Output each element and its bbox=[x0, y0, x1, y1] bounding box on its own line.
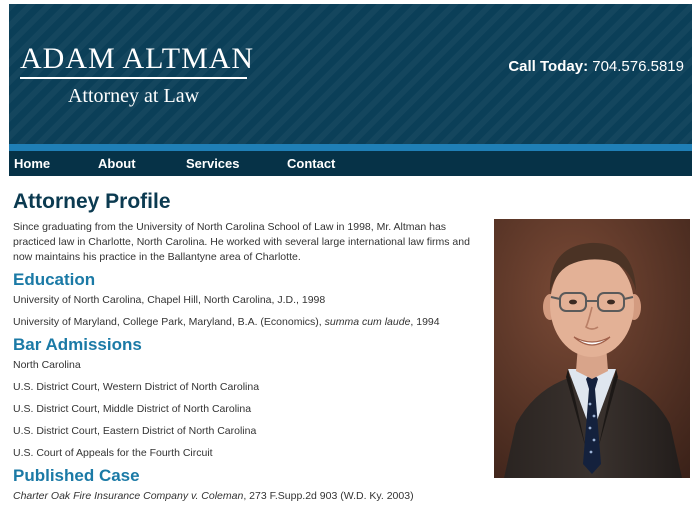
education-item-text: University of Maryland, College Park, Ma… bbox=[13, 316, 322, 328]
attorney-portrait bbox=[494, 219, 690, 478]
logo-subtitle: Attorney at Law bbox=[67, 85, 200, 107]
education-item-honor: summa cum laude bbox=[324, 316, 411, 328]
phone-callout: Call Today: 704.576.5819 bbox=[508, 58, 684, 75]
bar-admission-item: U.S. District Court, Eastern District of… bbox=[13, 425, 257, 437]
header-accent-bar bbox=[9, 144, 692, 151]
nav-contact[interactable]: Contact bbox=[287, 151, 335, 176]
nav-services[interactable]: Services bbox=[186, 151, 240, 176]
bar-admission-item: U.S. District Court, Middle District of … bbox=[13, 403, 252, 415]
published-case-heading: Published Case bbox=[13, 466, 140, 485]
education-item: University of North Carolina, Chapel Hil… bbox=[13, 294, 326, 306]
logo-divider bbox=[20, 77, 247, 79]
education-item: University of Maryland, College Park, Ma… bbox=[13, 315, 483, 330]
phone-number[interactable]: 704.576.5819 bbox=[592, 58, 684, 75]
logo-name: ADAM ALTMAN bbox=[20, 42, 255, 75]
main-navigation: Home About Services Contact bbox=[9, 151, 692, 176]
bar-admissions-list: North Carolina U.S. District Court, West… bbox=[13, 358, 483, 461]
nav-about[interactable]: About bbox=[98, 151, 136, 176]
profile-intro: Since graduating from the University of … bbox=[13, 221, 470, 263]
main-content: Attorney Profile Since graduating from t… bbox=[13, 189, 483, 504]
bar-admission-item: North Carolina bbox=[13, 359, 81, 371]
bar-admissions-heading: Bar Admissions bbox=[13, 335, 142, 354]
phone-label: Call Today: bbox=[508, 58, 589, 75]
bar-admission-item: U.S. District Court, Western District of… bbox=[13, 381, 260, 393]
education-list: University of North Carolina, Chapel Hil… bbox=[13, 293, 483, 330]
portrait-illustration bbox=[494, 219, 690, 478]
page-title: Attorney Profile bbox=[13, 190, 171, 213]
site-logo[interactable]: ADAM ALTMAN Attorney at Law bbox=[20, 42, 255, 109]
education-heading: Education bbox=[13, 270, 96, 289]
case-citation: , 273 F.Supp.2d 903 (W.D. Ky. 2003) bbox=[243, 490, 414, 502]
published-case-item: Charter Oak Fire Insurance Company v. Co… bbox=[13, 489, 483, 504]
bar-admission-item: U.S. Court of Appeals for the Fourth Cir… bbox=[13, 447, 213, 459]
education-item-year: , 1994 bbox=[410, 316, 440, 328]
site-header: ADAM ALTMAN Attorney at Law Call Today: … bbox=[9, 4, 692, 144]
case-name: Charter Oak Fire Insurance Company v. Co… bbox=[13, 490, 244, 502]
nav-home[interactable]: Home bbox=[14, 151, 50, 176]
